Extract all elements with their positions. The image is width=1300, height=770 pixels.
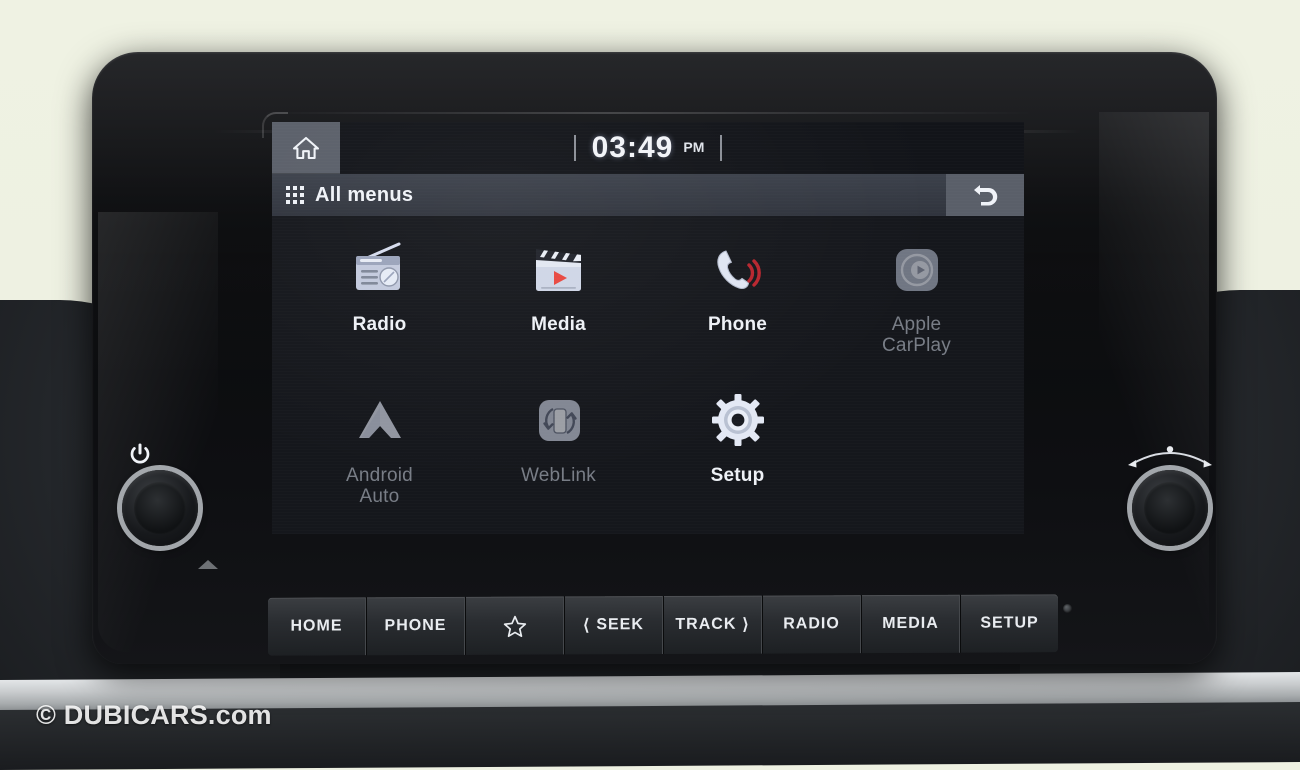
app-label: Radio xyxy=(352,314,407,335)
clock-separator-right xyxy=(720,135,723,161)
app-phone[interactable]: Phone xyxy=(648,226,827,377)
track-next-icon: ⟩ xyxy=(742,616,750,634)
hw-button-label: SEEK xyxy=(596,616,644,634)
android-auto-icon xyxy=(348,389,412,453)
app-apple-carplay[interactable]: Apple CarPlay xyxy=(827,226,1006,377)
hw-button-favorite[interactable] xyxy=(465,596,564,655)
app-label: Setup xyxy=(710,465,765,486)
tune-knob[interactable] xyxy=(1132,470,1208,546)
seek-prev-icon: ⟨ xyxy=(583,617,591,635)
app-label: Android Auto xyxy=(346,465,413,507)
hw-button-label: TRACK xyxy=(675,615,737,633)
power-icon xyxy=(130,443,150,464)
tune-arc-icon xyxy=(1128,446,1212,468)
hw-button-media[interactable]: MEDIA xyxy=(861,594,960,654)
apps-grid-icon xyxy=(286,186,304,204)
app-label: Media xyxy=(531,314,586,335)
app-label: WebLink xyxy=(521,465,596,486)
reset-pinhole xyxy=(1063,604,1072,613)
status-bar: 03:49 PM xyxy=(272,122,1024,174)
app-weblink[interactable]: WebLink xyxy=(469,377,648,528)
status-bar-right-spacer xyxy=(956,122,1024,174)
hw-button-track[interactable]: TRACK ⟩ xyxy=(663,595,762,654)
clock-meridiem: PM xyxy=(683,139,705,155)
back-arrow-icon xyxy=(974,185,998,206)
screen-bezel-highlight xyxy=(262,112,1034,114)
hardware-button-strip: HOME PHONE ⟨ SEEK TRACK ⟩ RADIO MEDIA SE… xyxy=(268,594,1058,656)
hw-button-label: HOME xyxy=(290,617,343,635)
clock-separator-left xyxy=(573,135,576,161)
app-grid-empty-slot xyxy=(827,377,1006,528)
back-button[interactable] xyxy=(946,174,1024,216)
app-media[interactable]: Media xyxy=(469,226,648,377)
housing-sheen-left xyxy=(98,212,218,652)
phone-icon xyxy=(706,238,770,302)
home-button[interactable] xyxy=(272,122,340,174)
watermark: © DUBICARS.com xyxy=(36,700,272,730)
hw-button-radio[interactable]: RADIO xyxy=(762,595,861,654)
app-radio[interactable]: Radio xyxy=(290,226,469,377)
media-clapper-icon xyxy=(527,238,591,302)
app-grid: Radio Media Phone Apple CarPlay Android … xyxy=(272,216,1024,534)
apple-carplay-icon xyxy=(885,238,949,302)
hw-button-label: RADIO xyxy=(783,615,840,633)
weblink-icon xyxy=(527,389,591,453)
app-label: Phone xyxy=(707,314,768,335)
screenshot-root: 03:49 PM All menus Radio Media Phone App… xyxy=(0,0,1300,770)
app-label: Apple CarPlay xyxy=(882,314,951,356)
touchscreen-display[interactable]: 03:49 PM All menus Radio Media Phone App… xyxy=(272,122,1024,534)
radio-icon xyxy=(348,238,412,302)
clock: 03:49 PM xyxy=(340,122,956,174)
hw-button-label: SETUP xyxy=(980,614,1039,632)
power-volume-knob[interactable] xyxy=(122,470,198,546)
bezel-triangle-mark xyxy=(198,560,218,569)
star-icon xyxy=(503,615,526,637)
app-setup[interactable]: Setup xyxy=(648,377,827,528)
hw-button-seek[interactable]: ⟨ SEEK xyxy=(564,596,663,655)
hw-button-label: PHONE xyxy=(384,616,447,635)
home-icon xyxy=(292,136,320,160)
hw-button-home[interactable]: HOME xyxy=(268,597,366,656)
housing-sheen-right xyxy=(1099,112,1209,632)
setup-gear-icon xyxy=(706,389,770,453)
hw-button-phone[interactable]: PHONE xyxy=(366,596,465,656)
menu-bar: All menus xyxy=(272,174,1024,216)
clock-time: 03:49 xyxy=(591,131,674,164)
app-android-auto[interactable]: Android Auto xyxy=(290,377,469,528)
hw-button-setup[interactable]: SETUP xyxy=(960,594,1058,653)
hw-button-label: MEDIA xyxy=(882,614,939,633)
page-title: All menus xyxy=(315,183,414,206)
